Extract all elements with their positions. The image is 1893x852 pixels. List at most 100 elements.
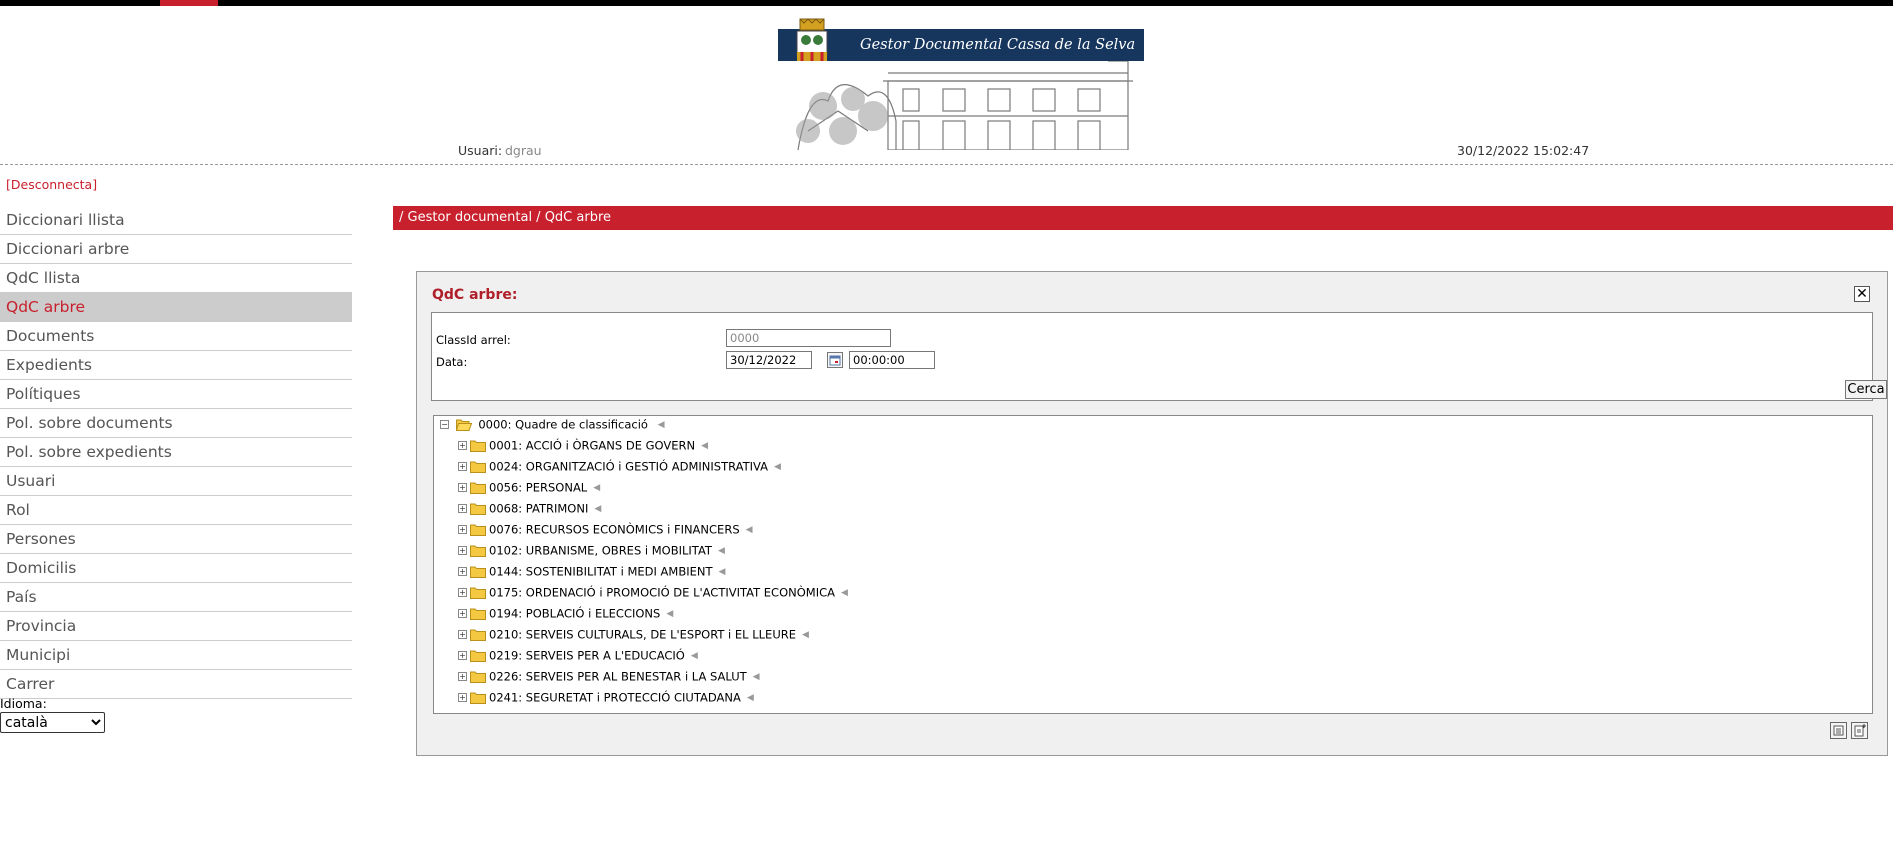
tree-node[interactable]: +0175: ORDENACIÓ i PROMOCIÓ DE L'ACTIVIT… — [458, 585, 848, 603]
context-arrow-icon[interactable]: ◀ — [594, 504, 601, 514]
header-banner: Gestor Documental Cassa de la Selva — [778, 18, 1144, 150]
sidebar-item-municipi[interactable]: Municipi — [0, 641, 352, 670]
folder-icon — [470, 629, 486, 641]
town-hall-illustration — [778, 61, 1144, 150]
expand-icon[interactable]: + — [458, 483, 467, 492]
tree-node[interactable]: +0241: SEGURETAT i PROTECCIÓ CIUTADANA ◀ — [458, 690, 754, 708]
collapse-icon[interactable]: − — [440, 420, 449, 429]
tree-node[interactable]: +0056: PERSONAL ◀ — [458, 480, 600, 498]
expand-icon[interactable]: + — [458, 441, 467, 450]
tree-root-node[interactable]: − 0000: Quadre de classificació ◀ — [440, 417, 665, 435]
sidebar-item-diccionari-arbre[interactable]: Diccionari arbre — [0, 235, 352, 264]
new-document-icon[interactable] — [1851, 722, 1868, 739]
calendar-icon[interactable] — [827, 352, 843, 368]
sidebar-item-qdc-arbre[interactable]: QdC arbre — [0, 293, 352, 322]
tree-node[interactable]: +0076: RECURSOS ECONÒMICS i FINANCERS ◀ — [458, 522, 753, 540]
sidebar-item-rol[interactable]: Rol — [0, 496, 352, 525]
search-button[interactable]: Cerca — [1845, 380, 1887, 399]
sidebar-item-provincia[interactable]: Provincia — [0, 612, 352, 641]
list-view-icon[interactable] — [1830, 722, 1847, 739]
tree-node-label[interactable]: 0175: ORDENACIÓ i PROMOCIÓ DE L'ACTIVITA… — [489, 586, 835, 600]
date-label: Data: — [436, 355, 468, 369]
expand-icon[interactable]: + — [458, 567, 467, 576]
expand-icon[interactable]: + — [458, 609, 467, 618]
expand-icon[interactable]: + — [458, 630, 467, 639]
tree-node-label[interactable]: 0102: URBANISME, OBRES i MOBILITAT — [489, 544, 712, 558]
folder-icon — [470, 587, 486, 599]
classid-input[interactable] — [726, 329, 891, 347]
context-arrow-icon[interactable]: ◀ — [691, 651, 698, 661]
user-name: dgrau — [505, 143, 542, 158]
tree-node[interactable]: +0102: URBANISME, OBRES i MOBILITAT ◀ — [458, 543, 725, 561]
top-bar — [0, 0, 1893, 6]
close-button[interactable]: ✕ — [1854, 286, 1870, 302]
context-arrow-icon[interactable]: ◀ — [802, 630, 809, 640]
tree-node[interactable]: +0219: SERVEIS PER A L'EDUCACIÓ ◀ — [458, 648, 698, 666]
tree-node[interactable]: +0001: ACCIÓ i ÒRGANS DE GOVERN ◀ — [458, 438, 708, 456]
expand-icon[interactable]: + — [458, 693, 467, 702]
tree-node-label[interactable]: 0001: ACCIÓ i ÒRGANS DE GOVERN — [489, 439, 695, 453]
tree-node-label[interactable]: 0024: ORGANITZACIÓ i GESTIÓ ADMINISTRATI… — [489, 460, 768, 474]
language-select[interactable]: català — [0, 712, 105, 733]
sidebar-item-persones[interactable]: Persones — [0, 525, 352, 554]
tree-node-label[interactable]: 0194: POBLACIÓ i ELECCIONS — [489, 607, 660, 621]
classification-tree: − 0000: Quadre de classificació ◀ +0001:… — [433, 415, 1873, 714]
sidebar-item-pol-documents[interactable]: Pol. sobre documents — [0, 409, 352, 438]
sidebar-item-diccionari-llista[interactable]: Diccionari llista — [0, 206, 352, 235]
sidebar-item-domicilis[interactable]: Domicilis — [0, 554, 352, 583]
panel-title: QdC arbre: — [432, 287, 518, 303]
tree-node-label[interactable]: 0210: SERVEIS CULTURALS, DE L'ESPORT i E… — [489, 628, 796, 642]
folder-icon — [470, 545, 486, 557]
sidebar-item-pais[interactable]: País — [0, 583, 352, 612]
sidebar-item-usuari[interactable]: Usuari — [0, 467, 352, 496]
expand-icon[interactable]: + — [458, 546, 467, 555]
sidebar-item-qdc-llista[interactable]: QdC llista — [0, 264, 352, 293]
banner-title: Gestor Documental Cassa de la Selva — [860, 37, 1136, 53]
tree-node-label[interactable]: 0068: PATRIMONI — [489, 502, 588, 516]
expand-icon[interactable]: + — [458, 588, 467, 597]
current-datetime: 30/12/2022 15:02:47 — [1457, 143, 1590, 158]
tree-node-label[interactable]: 0076: RECURSOS ECONÒMICS i FINANCERS — [489, 523, 740, 537]
time-input[interactable] — [849, 351, 935, 369]
context-arrow-icon[interactable]: ◀ — [658, 420, 665, 430]
sidebar-item-pol-expedients[interactable]: Pol. sobre expedients — [0, 438, 352, 467]
context-arrow-icon[interactable]: ◀ — [746, 525, 753, 535]
expand-icon[interactable]: + — [458, 672, 467, 681]
tree-node-label[interactable]: 0226: SERVEIS PER AL BENESTAR i LA SALUT — [489, 670, 747, 684]
folder-icon — [470, 482, 486, 494]
tree-node[interactable]: +0068: PATRIMONI ◀ — [458, 501, 601, 519]
context-arrow-icon[interactable]: ◀ — [701, 441, 708, 451]
context-arrow-icon[interactable]: ◀ — [719, 567, 726, 577]
breadcrumb: / Gestor documental / QdC arbre — [393, 206, 1893, 230]
expand-icon[interactable]: + — [458, 462, 467, 471]
expand-icon[interactable]: + — [458, 525, 467, 534]
context-arrow-icon[interactable]: ◀ — [774, 462, 781, 472]
tree-node-label[interactable]: 0056: PERSONAL — [489, 481, 587, 495]
sidebar-item-politiques[interactable]: Polítiques — [0, 380, 352, 409]
tree-node-label[interactable]: 0219: SERVEIS PER A L'EDUCACIÓ — [489, 649, 685, 663]
expand-icon[interactable]: + — [458, 504, 467, 513]
context-arrow-icon[interactable]: ◀ — [666, 609, 673, 619]
logout-link[interactable]: [Desconnecta] — [6, 177, 97, 192]
tree-node[interactable]: +0210: SERVEIS CULTURALS, DE L'ESPORT i … — [458, 627, 809, 645]
tree-node[interactable]: +0024: ORGANITZACIÓ i GESTIÓ ADMINISTRAT… — [458, 459, 781, 477]
context-arrow-icon[interactable]: ◀ — [753, 672, 760, 682]
sidebar-item-expedients[interactable]: Expedients — [0, 351, 352, 380]
sidebar-item-carrer[interactable]: Carrer — [0, 670, 352, 699]
tree-node-label[interactable]: 0241: SEGURETAT i PROTECCIÓ CIUTADANA — [489, 691, 741, 705]
date-input[interactable] — [726, 351, 812, 369]
header-divider — [0, 164, 1893, 165]
context-arrow-icon[interactable]: ◀ — [841, 588, 848, 598]
search-form: ClassId arrel: Data: Cerca — [431, 312, 1887, 401]
tree-node[interactable]: +0194: POBLACIÓ i ELECCIONS ◀ — [458, 606, 673, 624]
tree-node-label[interactable]: 0000: Quadre de classificació — [478, 418, 648, 432]
context-arrow-icon[interactable]: ◀ — [718, 546, 725, 556]
context-arrow-icon[interactable]: ◀ — [747, 693, 754, 703]
folder-open-icon — [455, 419, 472, 431]
tree-node[interactable]: +0144: SOSTENIBILITAT i MEDI AMBIENT ◀ — [458, 564, 725, 582]
tree-node-label[interactable]: 0144: SOSTENIBILITAT i MEDI AMBIENT — [489, 565, 713, 579]
tree-node[interactable]: +0226: SERVEIS PER AL BENESTAR i LA SALU… — [458, 669, 760, 687]
context-arrow-icon[interactable]: ◀ — [593, 483, 600, 493]
sidebar-item-documents[interactable]: Documents — [0, 322, 352, 351]
expand-icon[interactable]: + — [458, 651, 467, 660]
